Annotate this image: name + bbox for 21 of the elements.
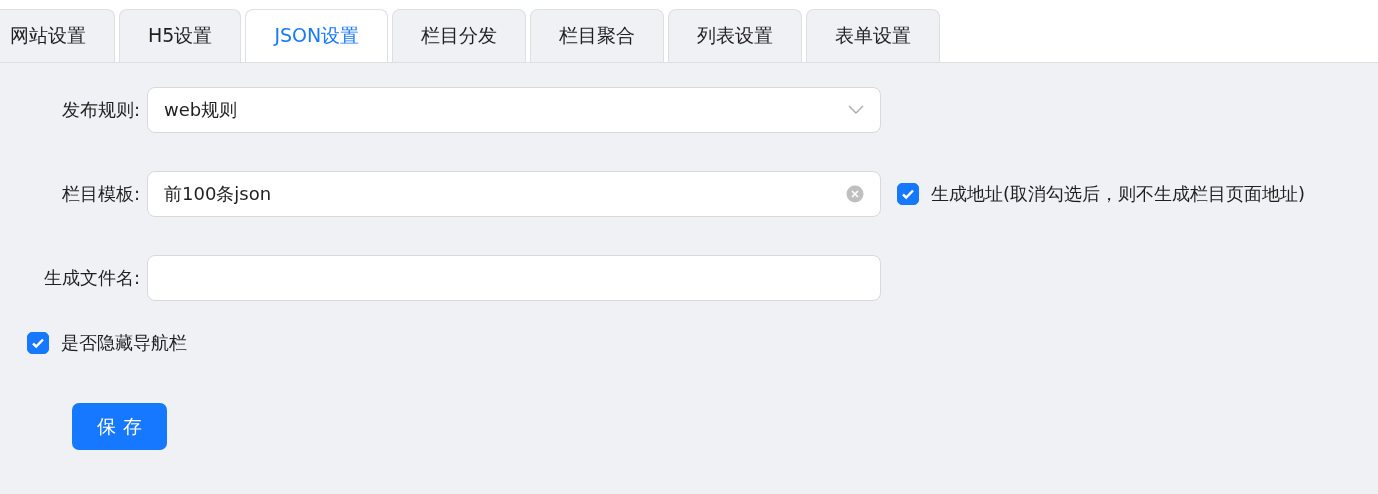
- field-label: 生成文件名:: [42, 266, 141, 290]
- tab[interactable]: H5设置: [119, 9, 242, 62]
- checkbox-label: 生成地址(取消勾选后，则不生成栏目页面地址): [931, 182, 1306, 206]
- chevron-down-icon: [848, 105, 864, 115]
- checkbox[interactable]: [897, 183, 919, 205]
- tab[interactable]: 栏目聚合: [530, 9, 665, 62]
- tab[interactable]: 列表设置: [668, 9, 803, 62]
- tab[interactable]: 网站设置: [0, 9, 115, 62]
- checkmark-icon: [31, 336, 45, 350]
- input-field[interactable]: [147, 255, 881, 301]
- input-field[interactable]: 前100条json: [147, 171, 881, 217]
- field-label: 栏目模板:: [60, 182, 141, 206]
- tab[interactable]: 栏目分发: [392, 9, 527, 62]
- tab[interactable]: JSON设置: [245, 9, 389, 62]
- checkbox[interactable]: [27, 332, 49, 354]
- checkmark-icon: [901, 187, 915, 201]
- save-button[interactable]: 保 存: [72, 403, 167, 450]
- field-label: 发布规则:: [60, 98, 141, 122]
- tab[interactable]: 表单设置: [806, 9, 941, 62]
- select-field[interactable]: web规则: [147, 87, 881, 133]
- checkbox-label: 是否隐藏导航栏: [61, 331, 187, 355]
